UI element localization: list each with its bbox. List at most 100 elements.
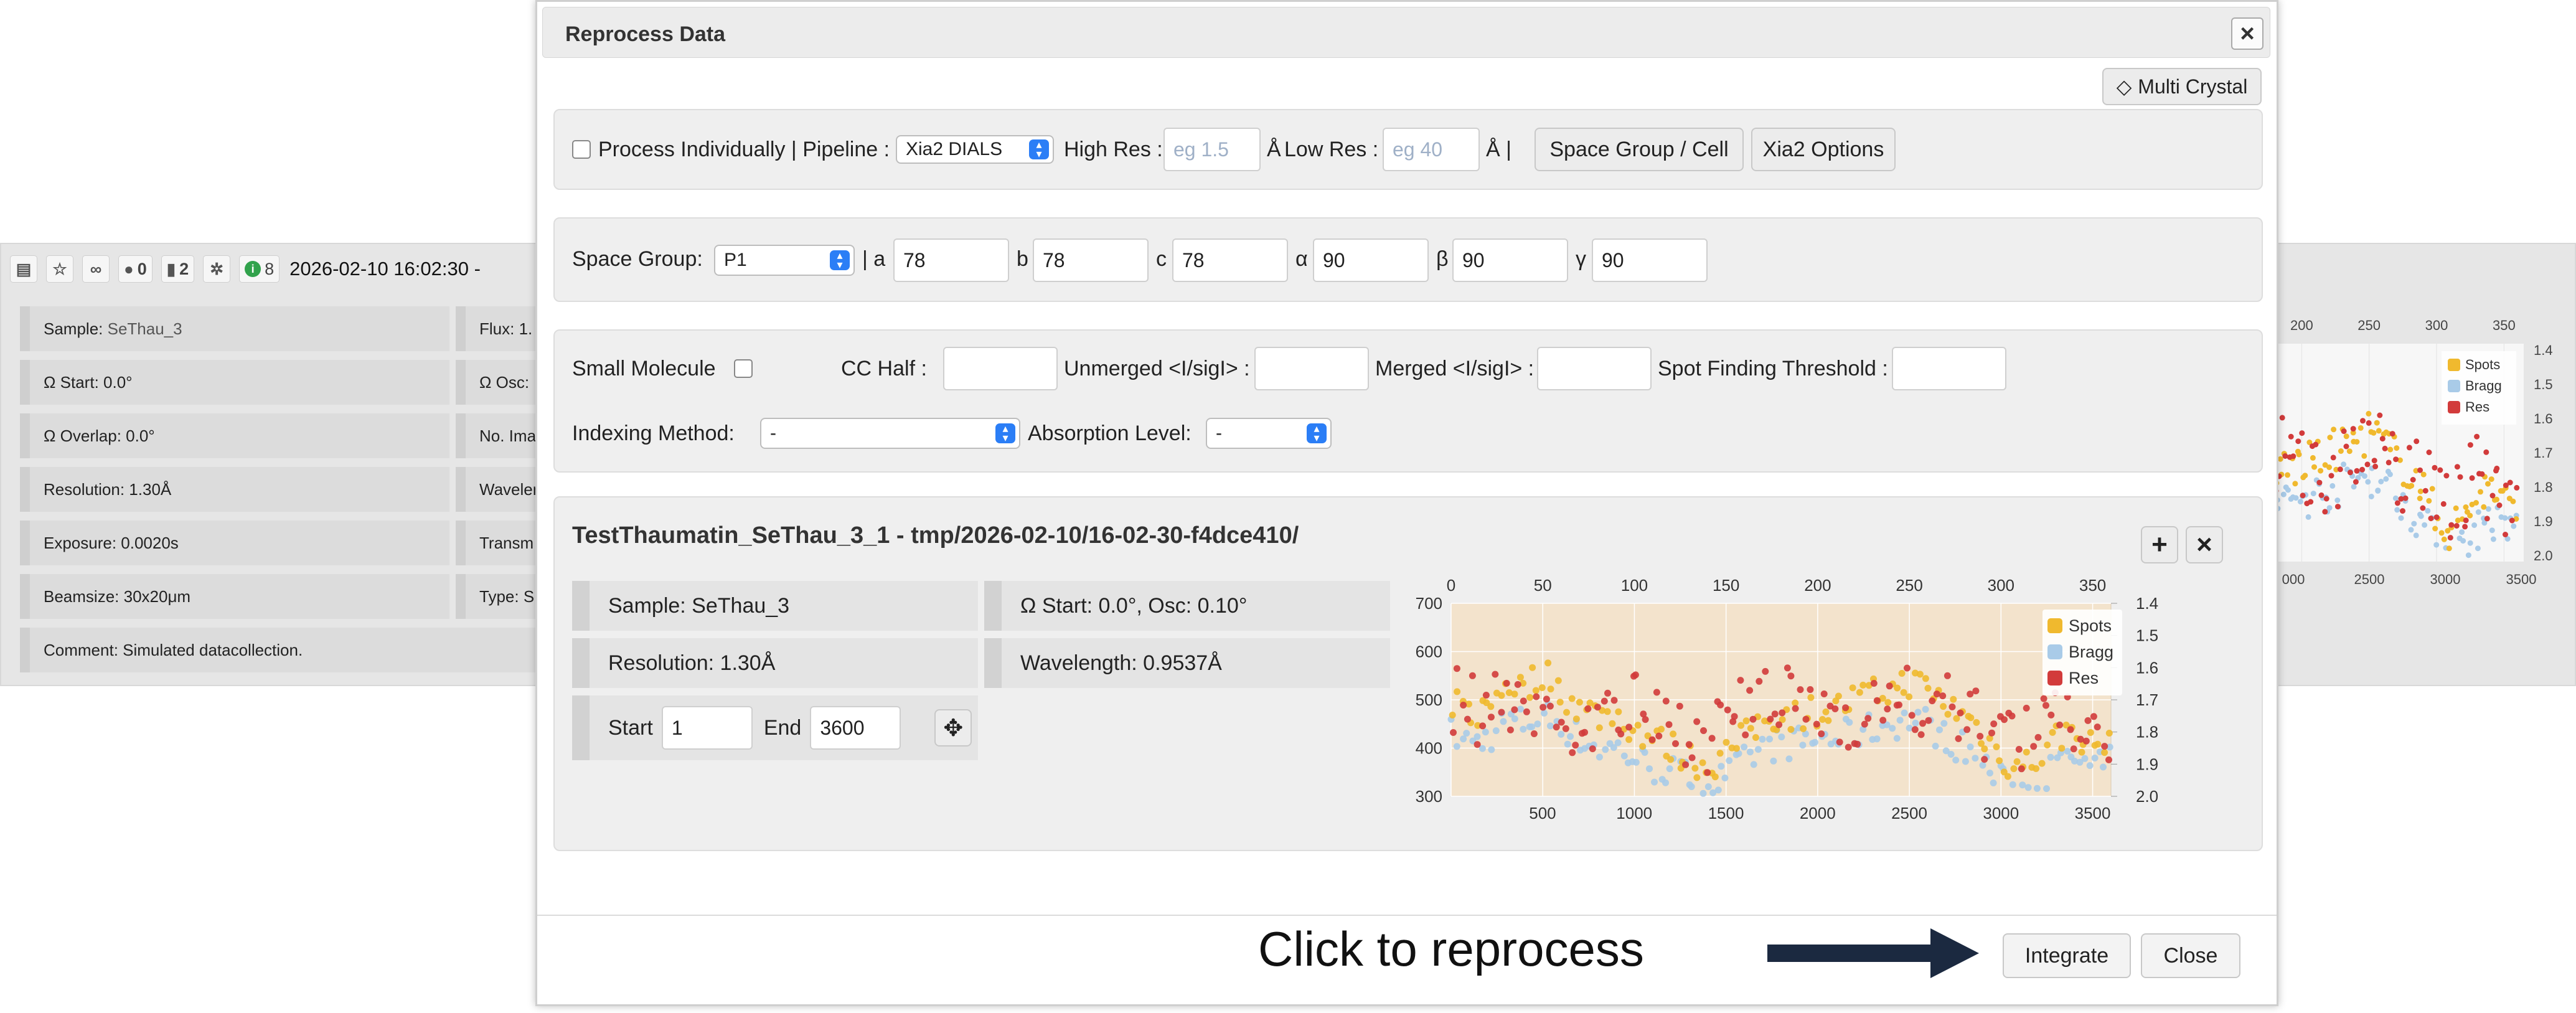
- space-group-select[interactable]: P1 ▴ ▾: [714, 245, 855, 276]
- chart-point-spots: [1498, 692, 1505, 699]
- bg-chart-point: [2285, 487, 2291, 493]
- cell-b-input[interactable]: 78: [1033, 238, 1149, 282]
- xia2-options-button[interactable]: Xia2 Options: [1751, 128, 1896, 171]
- bg-chart-point: [2310, 455, 2316, 461]
- legend-label-res: Res: [2069, 669, 2099, 687]
- chart-point-spots: [1822, 708, 1830, 715]
- bg-chart-point: [2448, 522, 2455, 528]
- absorption-level-select[interactable]: - ▴ ▾: [1206, 418, 1332, 449]
- chart-point-res: [1749, 715, 1757, 723]
- pipeline-select[interactable]: Xia2 DIALS ▴ ▾: [896, 135, 1054, 164]
- cell-alpha-input[interactable]: 90: [1313, 238, 1429, 282]
- bg-chart-point: [2457, 474, 2463, 480]
- chart-point-res: [2030, 743, 2038, 750]
- chart-point-res: [1779, 709, 1786, 717]
- cc-half-input[interactable]: [943, 347, 1058, 390]
- chart-point-bragg: [1511, 715, 1518, 722]
- bg-chart-point: [2277, 456, 2283, 462]
- comments-button[interactable]: ● 0: [118, 255, 153, 283]
- bg-chart-point: [2293, 495, 2299, 501]
- omega-osc-text: Ω Osc:: [479, 372, 530, 392]
- chart-point-res: [1672, 740, 1679, 747]
- bg-chart-point: [2292, 481, 2298, 487]
- integrate-button[interactable]: Integrate: [2003, 933, 2131, 978]
- cell-alpha-label: α: [1295, 247, 1308, 271]
- bg-chart-point: [2475, 545, 2481, 552]
- bg-chart-point: [2453, 523, 2460, 529]
- bg-chart-point: [2478, 489, 2483, 495]
- chart-point-spots: [1825, 717, 1832, 724]
- chart-point-bragg: [2100, 763, 2107, 771]
- chart-point-res: [2042, 702, 2049, 709]
- chart-point-bragg: [1704, 783, 1712, 790]
- high-res-input[interactable]: eg 1.5: [1163, 128, 1261, 171]
- chart-point-spots: [2094, 740, 2102, 748]
- favourite-button[interactable]: ☆: [46, 255, 73, 283]
- cell-a-input[interactable]: 78: [893, 238, 1009, 282]
- link-button[interactable]: ∞: [82, 255, 110, 283]
- sample-value[interactable]: SeThau_3: [108, 319, 182, 338]
- process-individually-checkbox[interactable]: [572, 140, 591, 159]
- options-panel: Small Molecule CC Half : Unmerged <I/sig…: [553, 329, 2263, 473]
- move-handle[interactable]: ✥: [934, 709, 972, 747]
- chart-point-res: [2101, 743, 2108, 750]
- remove-dataset-button[interactable]: ×: [2186, 526, 2223, 563]
- bg-chart-point: [2305, 514, 2311, 520]
- bg-chart-point: [2398, 515, 2404, 521]
- space-group-cell-button[interactable]: Space Group / Cell: [1535, 128, 1744, 171]
- bg-chart-point: [2406, 445, 2412, 451]
- modal-close-button[interactable]: ×: [2231, 17, 2263, 50]
- info-icon: i: [245, 261, 261, 277]
- close-button[interactable]: Close: [2141, 933, 2240, 978]
- chart-point-spots: [1634, 722, 1642, 729]
- chart-point-res: [1939, 692, 1947, 700]
- chart-point-bragg: [1528, 723, 1536, 730]
- bg-chart-point: [2279, 415, 2285, 421]
- chart-point-spots: [2101, 749, 2108, 756]
- bg-chart-point: [2377, 412, 2383, 418]
- book-icon-button[interactable]: ▤: [10, 255, 37, 283]
- chart-point-res: [1873, 697, 1881, 704]
- settings-button[interactable]: ✲: [203, 255, 231, 283]
- chart-point-bragg: [1651, 778, 1658, 786]
- chart-point-spots: [1639, 743, 1647, 750]
- chart-point-spots: [1733, 745, 1740, 752]
- bg-chart-point: [2422, 522, 2428, 528]
- chart-point-bragg: [2033, 784, 2041, 792]
- select-arrows-icon: ▴ ▾: [1029, 139, 1049, 159]
- bg-chart-point: [2297, 499, 2303, 505]
- small-molecule-checkbox[interactable]: [734, 359, 753, 378]
- cell-gamma-input[interactable]: 90: [1592, 238, 1708, 282]
- cell-c-input[interactable]: 78: [1172, 238, 1288, 282]
- low-res-input[interactable]: eg 40: [1383, 128, 1480, 171]
- info-button[interactable]: i8: [239, 255, 280, 283]
- chart-point-res: [1981, 756, 1988, 763]
- comments-count: 0: [137, 259, 147, 278]
- merged-input[interactable]: [1537, 347, 1652, 390]
- bg-chart-point: [2426, 450, 2432, 455]
- bg-chart-point: [2394, 507, 2400, 513]
- chart-point-spots: [1993, 743, 2000, 750]
- chart-point-res: [1546, 702, 1554, 710]
- end-input[interactable]: 3600: [810, 706, 901, 750]
- indexing-method-select[interactable]: - ▴ ▾: [760, 418, 1020, 449]
- spot-threshold-input[interactable]: [1892, 347, 2006, 390]
- files-button[interactable]: ▮ 2: [161, 255, 195, 283]
- start-input[interactable]: 1: [661, 706, 753, 750]
- chart-point-res: [1610, 697, 1618, 704]
- chart-point-res: [1911, 726, 1919, 733]
- bg-chart-point: [2414, 438, 2420, 445]
- unmerged-input[interactable]: [1254, 347, 1369, 390]
- add-dataset-button[interactable]: +: [2141, 526, 2178, 563]
- chart-point-spots: [1511, 690, 1518, 698]
- bg-chart-point: [2371, 430, 2377, 436]
- dataset-omega-text: Ω Start: 0.0°, Osc: 0.10°: [1020, 593, 1248, 618]
- chart-point-res: [1929, 697, 1936, 705]
- bg-chart-point: [2351, 484, 2357, 490]
- type-text: Type: S: [479, 587, 535, 606]
- bg-chart-point: [2288, 433, 2294, 440]
- chart-point-res: [2015, 746, 2023, 753]
- cell-beta-input[interactable]: 90: [1452, 238, 1568, 282]
- bg-chart-point: [2494, 496, 2499, 502]
- multi-crystal-button[interactable]: ◇ Multi Crystal: [2102, 68, 2262, 105]
